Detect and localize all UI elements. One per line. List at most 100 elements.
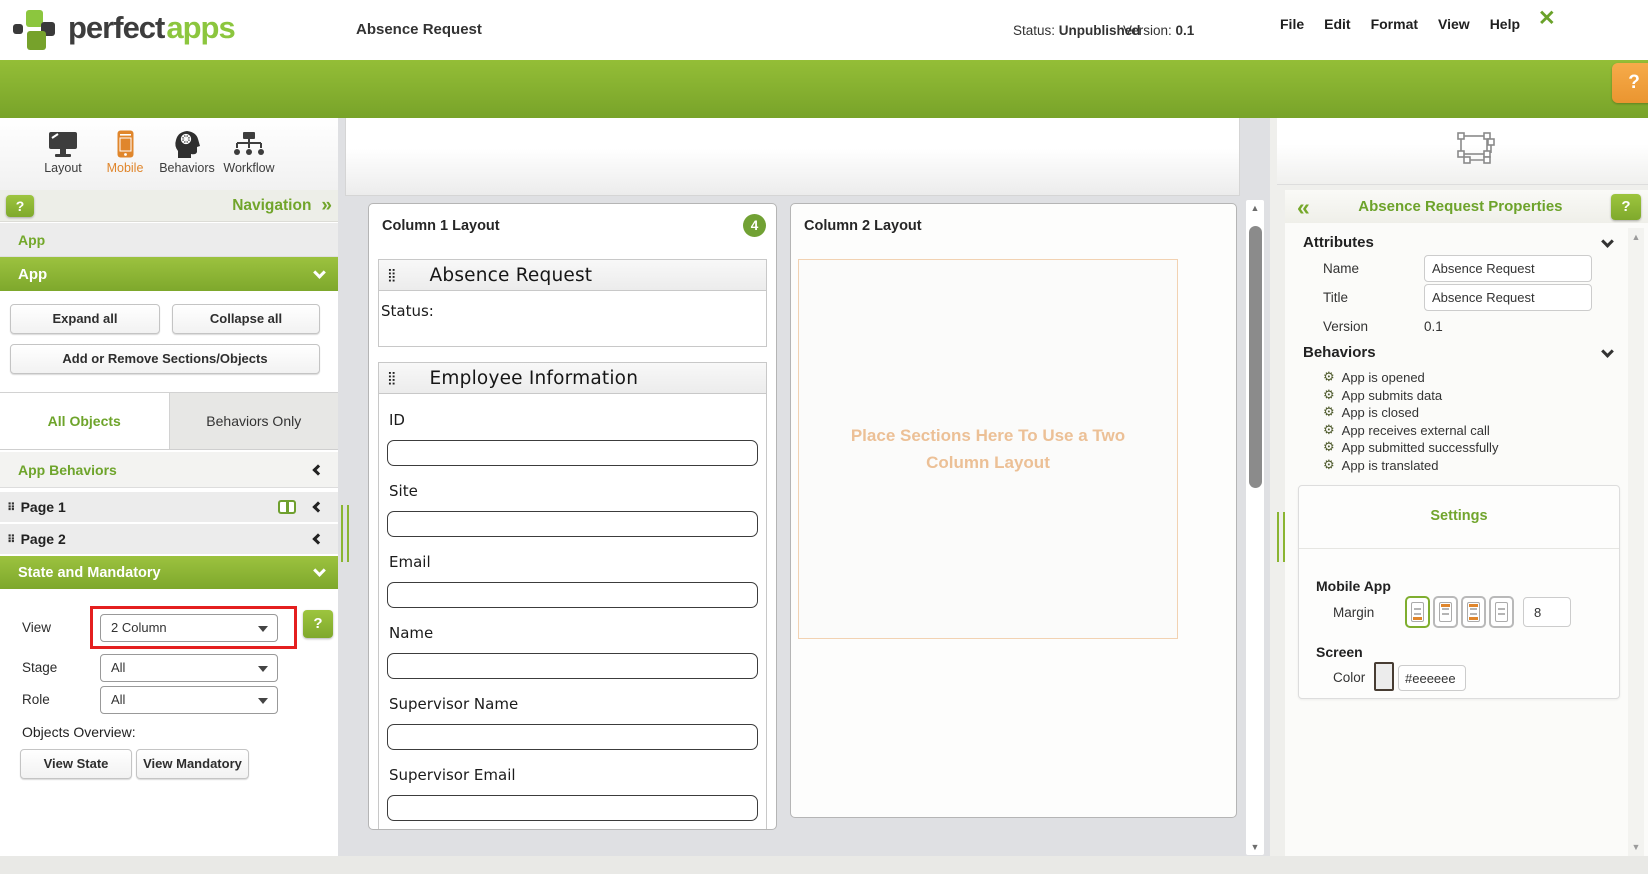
drag-handle-icon[interactable]: ⠿ bbox=[7, 501, 16, 514]
behavior-item[interactable]: ⚙ App is translated bbox=[1323, 457, 1498, 475]
mode-layout[interactable]: Layout bbox=[32, 118, 94, 190]
view-dropdown[interactable]: 2 Column bbox=[100, 614, 278, 642]
chevron-down-icon[interactable] bbox=[1601, 235, 1614, 248]
drag-handle-icon[interactable]: ⣿ bbox=[387, 371, 397, 386]
view-mandatory-button[interactable]: View Mandatory bbox=[136, 749, 249, 779]
canvas-scrollbar[interactable]: ▲ ▼ bbox=[1246, 200, 1264, 855]
drag-handle-icon[interactable]: ⠿ bbox=[7, 533, 16, 546]
field-label: Email bbox=[389, 553, 756, 572]
attributes-header: Attributes bbox=[1303, 234, 1374, 251]
section-employee-information[interactable]: ⣿ Employee Information ID Site Email Nam… bbox=[378, 362, 767, 830]
role-dropdown[interactable]: All bbox=[100, 686, 278, 714]
properties-toolbar bbox=[1277, 118, 1648, 185]
field-input[interactable] bbox=[387, 724, 758, 750]
divider bbox=[1299, 548, 1619, 549]
title-field[interactable] bbox=[1424, 284, 1592, 311]
view-help-button[interactable]: ? bbox=[303, 610, 333, 638]
behavior-label: App submitted successfully bbox=[1342, 440, 1499, 455]
mode-workflow[interactable]: Workflow bbox=[218, 118, 280, 190]
properties-help-button[interactable]: ? bbox=[1611, 194, 1641, 220]
stage-dropdown[interactable]: All bbox=[100, 654, 278, 682]
behavior-item[interactable]: ⚙ App receives external call bbox=[1323, 422, 1498, 440]
behavior-item[interactable]: ⚙ App is opened bbox=[1323, 369, 1498, 387]
section-header[interactable]: ⣿ Absence Request bbox=[379, 260, 766, 291]
gear-icon: ⚙ bbox=[1323, 405, 1335, 420]
navigation-help-button[interactable]: ? bbox=[6, 195, 34, 217]
field-input[interactable] bbox=[387, 440, 758, 466]
mode-mobile[interactable]: Mobile bbox=[94, 118, 156, 190]
field-input[interactable] bbox=[387, 582, 758, 608]
behavior-item[interactable]: ⚙ App is closed bbox=[1323, 404, 1498, 422]
caret-down-icon bbox=[258, 626, 268, 632]
color-value-field[interactable] bbox=[1398, 665, 1466, 691]
two-column-drop-zone[interactable]: Place Sections Here To Use a Two Column … bbox=[798, 259, 1178, 639]
field-input[interactable] bbox=[387, 795, 758, 821]
gear-icon: ⚙ bbox=[1323, 458, 1335, 473]
field-input[interactable] bbox=[387, 653, 758, 679]
mode-behaviors[interactable]: Behaviors bbox=[156, 118, 218, 190]
behavior-item[interactable]: ⚙ App submitted successfully bbox=[1323, 439, 1498, 457]
sidebar-resize-handle[interactable] bbox=[341, 505, 349, 562]
behavior-label: App is closed bbox=[1342, 405, 1419, 420]
scroll-up-icon[interactable]: ▲ bbox=[1246, 203, 1264, 213]
field-input[interactable] bbox=[387, 511, 758, 537]
menu-item[interactable]: File bbox=[1270, 16, 1314, 32]
section-absence-request[interactable]: ⣿ Absence Request Status: bbox=[378, 259, 767, 347]
drag-handle-icon[interactable]: ⣿ bbox=[387, 268, 397, 283]
menu-item[interactable]: Edit bbox=[1314, 16, 1360, 32]
menu-item[interactable]: Format bbox=[1361, 16, 1428, 32]
scrollbar-thumb[interactable] bbox=[1249, 226, 1262, 488]
section-count-badge[interactable]: 4 bbox=[743, 214, 766, 237]
settings-title: Settings bbox=[1299, 486, 1619, 524]
tab-behaviors-only[interactable]: Behaviors Only bbox=[169, 393, 339, 449]
collapse-panel-icon[interactable]: « bbox=[1297, 197, 1310, 217]
perfectapps-logo[interactable]: perfectapps bbox=[13, 8, 243, 52]
page-1-row[interactable]: ⠿ Page 1 bbox=[0, 492, 338, 522]
form-field: Site bbox=[387, 482, 758, 537]
two-column-icon[interactable] bbox=[278, 500, 296, 514]
collapse-sidebar-icon[interactable]: » bbox=[321, 195, 330, 217]
monitor-icon bbox=[32, 128, 94, 158]
margin-value-field[interactable] bbox=[1523, 597, 1571, 627]
properties-resize-handle[interactable] bbox=[1277, 512, 1285, 562]
expand-all-button[interactable]: Expand all bbox=[10, 304, 160, 334]
top-bar: perfectapps Absence Request Status: Unpu… bbox=[0, 0, 1648, 60]
view-state-button[interactable]: View State bbox=[20, 749, 132, 779]
scroll-down-icon[interactable]: ▼ bbox=[1628, 842, 1644, 852]
name-field[interactable] bbox=[1424, 255, 1592, 282]
chevron-left-icon bbox=[312, 501, 323, 512]
mobile-app-header: Mobile App bbox=[1316, 578, 1391, 594]
workflow-icon bbox=[218, 128, 280, 158]
tab-all-objects[interactable]: All Objects bbox=[0, 393, 169, 449]
logo-wordmark: perfectapps bbox=[68, 10, 235, 46]
section-header[interactable]: ⣿ Employee Information bbox=[379, 363, 766, 394]
app-section-header[interactable]: App bbox=[0, 257, 338, 291]
app-behaviors-row[interactable]: App Behaviors bbox=[0, 452, 338, 488]
menu-item[interactable]: Help bbox=[1480, 16, 1530, 32]
behavior-item[interactable]: ⚙ App submits data bbox=[1323, 387, 1498, 405]
breadcrumb[interactable]: App bbox=[0, 223, 338, 257]
chevron-down-icon[interactable] bbox=[1601, 345, 1614, 358]
close-icon[interactable]: ✕ bbox=[1538, 6, 1556, 31]
scroll-down-icon[interactable]: ▼ bbox=[1246, 842, 1264, 852]
screen-header: Screen bbox=[1316, 644, 1363, 660]
menu-item[interactable]: View bbox=[1428, 16, 1480, 32]
scroll-up-icon[interactable]: ▲ bbox=[1628, 232, 1644, 242]
caret-down-icon bbox=[258, 698, 268, 704]
margin-top-option[interactable] bbox=[1433, 596, 1458, 628]
properties-scrollbar[interactable]: ▲ ▼ bbox=[1628, 228, 1644, 856]
behavior-label: App is translated bbox=[1342, 458, 1439, 473]
add-remove-sections-button[interactable]: Add or Remove Sections/Objects bbox=[10, 344, 320, 374]
gear-icon: ⚙ bbox=[1323, 388, 1335, 403]
chevron-down-icon bbox=[313, 266, 326, 279]
app-title: Absence Request bbox=[356, 21, 482, 38]
ribbon-help-button[interactable]: ? bbox=[1612, 63, 1648, 103]
margin-none-option[interactable] bbox=[1489, 596, 1514, 628]
gear-icon: ⚙ bbox=[1323, 423, 1335, 438]
margin-bottom-option[interactable] bbox=[1405, 596, 1430, 628]
collapse-all-button[interactable]: Collapse all bbox=[172, 304, 320, 334]
page-2-row[interactable]: ⠿ Page 2 bbox=[0, 524, 338, 554]
margin-top-bottom-option[interactable] bbox=[1461, 596, 1486, 628]
state-mandatory-header[interactable]: State and Mandatory bbox=[0, 556, 338, 589]
color-swatch[interactable] bbox=[1374, 662, 1394, 691]
